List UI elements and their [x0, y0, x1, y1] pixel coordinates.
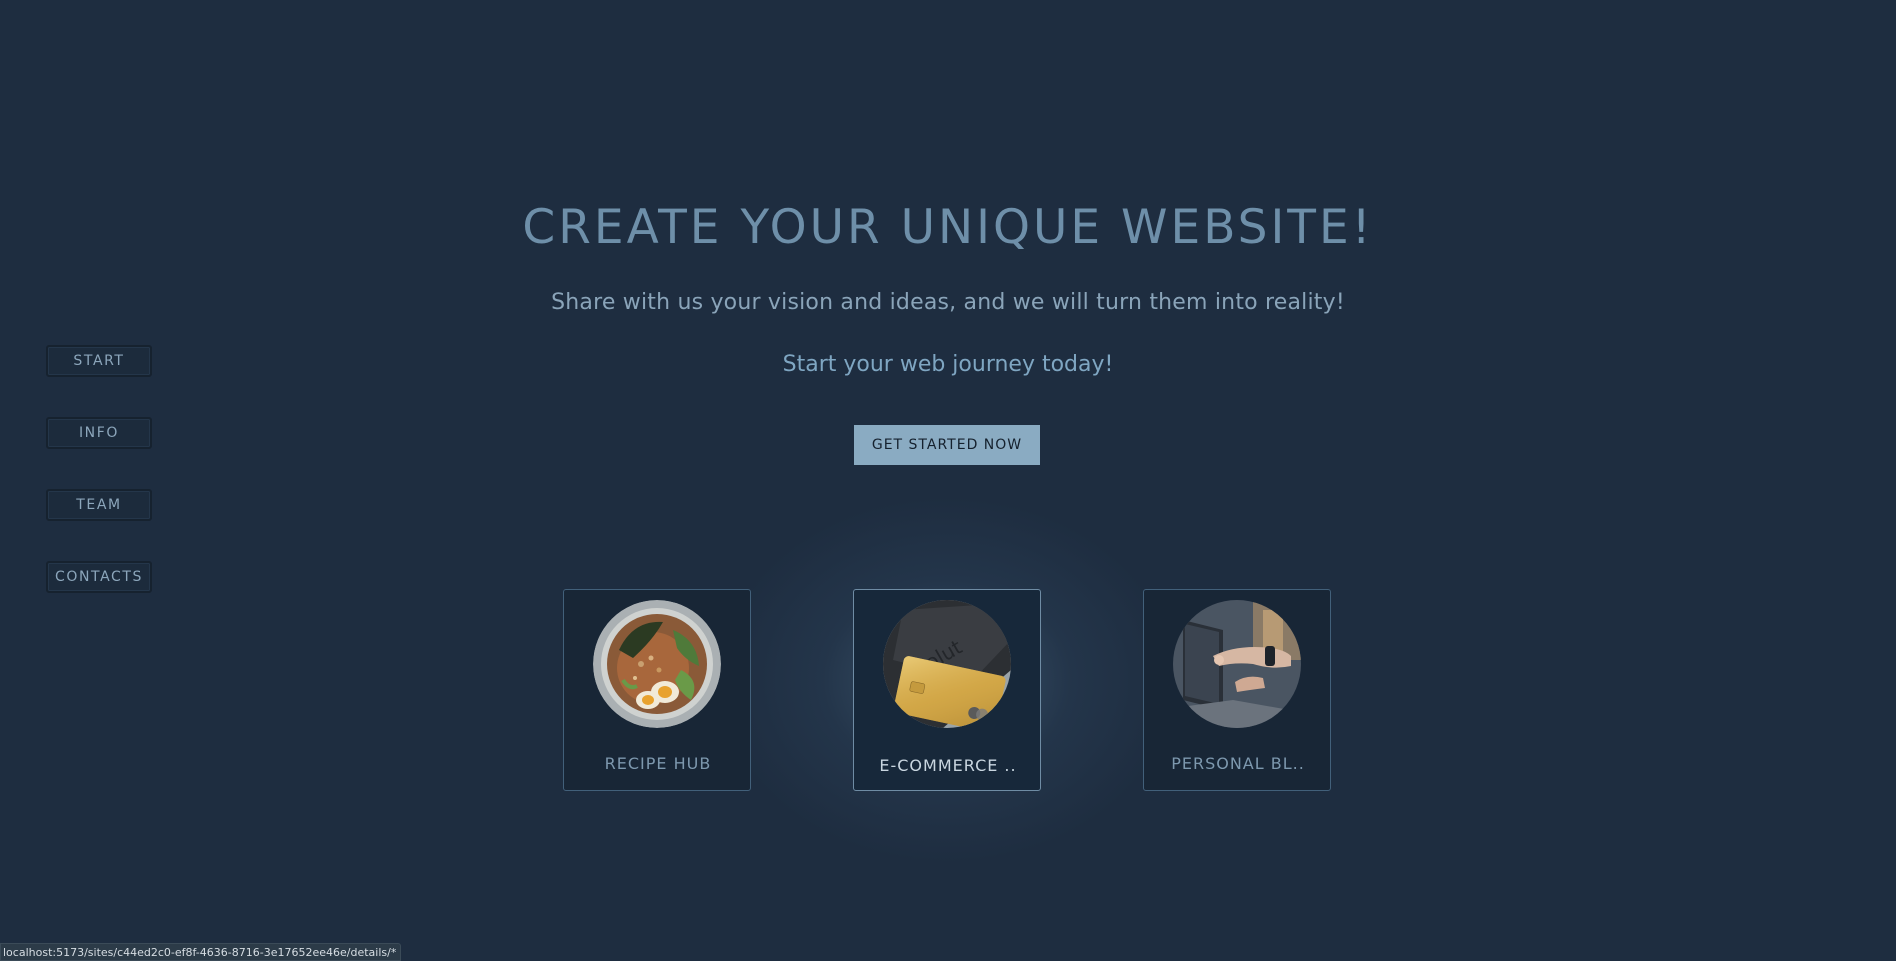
template-card-recipe-hub[interactable]: RECIPE HUB — [563, 589, 751, 791]
hero-journey-text: Start your web journey today! — [782, 352, 1114, 377]
get-started-button[interactable]: GET STARTED NOW — [854, 425, 1040, 465]
card-label: E-COMMERCE .. — [879, 756, 1017, 775]
nav-contacts-button[interactable]: CONTACTS — [46, 561, 152, 593]
side-nav: START INFO TEAM CONTACTS — [46, 345, 156, 633]
template-card-e-commerce[interactable]: evolut E-COMMERCE .. — [853, 589, 1041, 791]
template-card-personal-blog[interactable]: PERSONAL BL.. — [1143, 589, 1331, 791]
laptop-hands-image — [1173, 600, 1301, 728]
hero-subtitle: Share with us your vision and ideas, and… — [551, 290, 1345, 315]
credit-card-image: evolut — [883, 600, 1011, 728]
hero-title: CREATE YOUR UNIQUE WEBSITE! — [522, 200, 1374, 255]
card-label: PERSONAL BL.. — [1171, 754, 1305, 773]
page: START INFO TEAM CONTACTS CREATE YOUR UNI… — [0, 0, 1896, 961]
nav-info-button[interactable]: INFO — [46, 417, 152, 449]
card-label: RECIPE HUB — [604, 754, 712, 773]
nav-team-button[interactable]: TEAM — [46, 489, 152, 521]
ramen-bowl-image — [593, 600, 721, 728]
status-bar-url: localhost:5173/sites/c44ed2c0-ef8f-4636-… — [0, 943, 402, 961]
